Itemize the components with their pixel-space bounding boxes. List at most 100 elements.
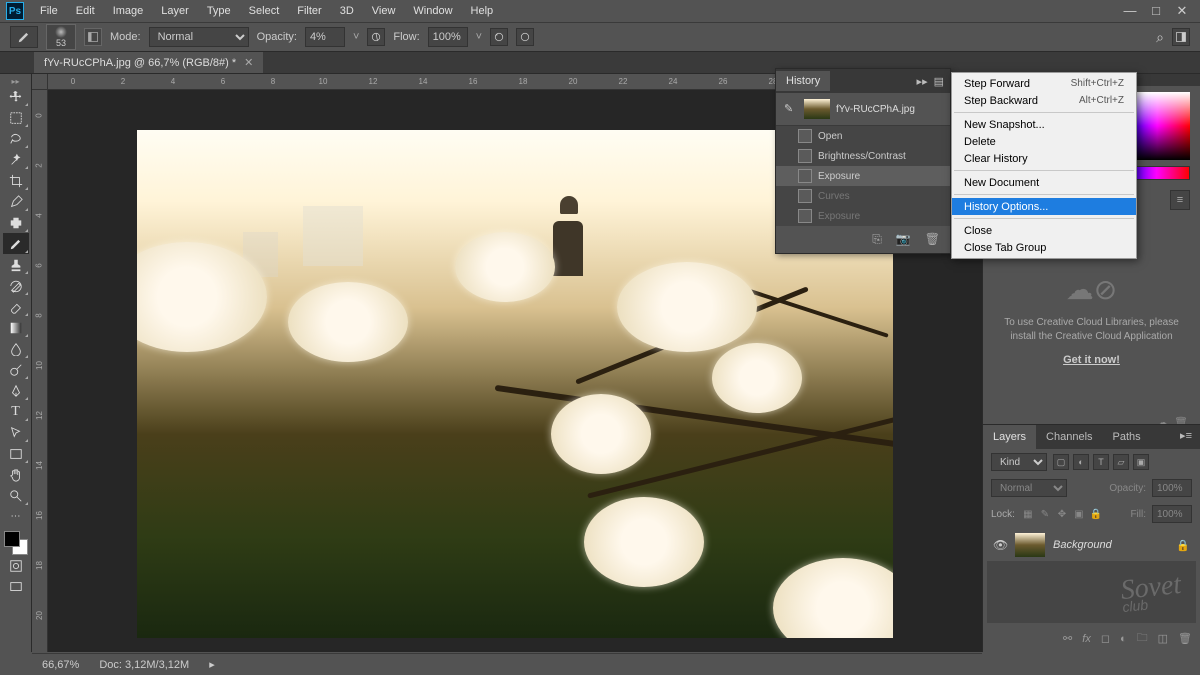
history-state[interactable]: Open — [776, 126, 950, 146]
rectangle-tool[interactable] — [3, 443, 29, 464]
toolbar-collapse[interactable]: ▸▸ — [3, 76, 29, 86]
path-select-tool[interactable] — [3, 422, 29, 443]
brush-panel-toggle[interactable] — [84, 28, 102, 46]
new-doc-from-state-icon[interactable]: ⎘ — [872, 232, 882, 247]
minimize-button[interactable]: ― — [1122, 3, 1138, 19]
history-state[interactable]: Curves — [776, 186, 950, 206]
menu-edit[interactable]: Edit — [68, 3, 103, 19]
delete-state-icon[interactable]: 🗑 — [925, 232, 940, 247]
zoom-level[interactable]: 66,67% — [42, 659, 79, 671]
airbrush-button[interactable] — [490, 28, 508, 46]
lock-position-icon[interactable]: ✥ — [1055, 507, 1069, 521]
screen-mode-button[interactable] — [3, 576, 29, 597]
hand-tool[interactable] — [3, 464, 29, 485]
status-arrow[interactable]: ▸ — [209, 658, 215, 671]
context-menu-item[interactable]: Clear History — [952, 150, 1136, 167]
stamp-tool[interactable] — [3, 254, 29, 275]
context-menu-item[interactable]: History Options... — [952, 198, 1136, 215]
delete-layer-icon[interactable]: 🗑 — [1178, 632, 1192, 645]
layer-group-icon[interactable]: 🗀 — [1137, 629, 1148, 648]
layer-mask-icon[interactable]: ◻ — [1101, 632, 1110, 645]
flow-dropdown[interactable]: ˅ — [476, 31, 482, 43]
type-tool[interactable]: T — [3, 401, 29, 422]
new-snapshot-icon[interactable]: 📷 — [896, 232, 911, 247]
spot-heal-tool[interactable] — [3, 212, 29, 233]
history-tab[interactable]: History — [776, 71, 830, 91]
context-menu-item[interactable]: Close — [952, 222, 1136, 239]
lasso-tool[interactable] — [3, 128, 29, 149]
layer-blend-select[interactable]: Normal — [991, 479, 1067, 497]
layer-visibility-icon[interactable]: 👁 — [993, 538, 1007, 552]
adjustment-layer-icon[interactable]: ◐ — [1120, 633, 1127, 645]
layer-fx-icon[interactable]: fx — [1082, 633, 1091, 645]
ruler-vertical[interactable]: 024681012141618202224262830 — [32, 90, 48, 652]
layer-name[interactable]: Background — [1053, 539, 1112, 551]
context-menu-item[interactable]: Close Tab Group — [952, 239, 1136, 256]
menu-view[interactable]: View — [364, 3, 404, 19]
filter-smart-icon[interactable]: ▣ — [1133, 454, 1149, 470]
blur-tool[interactable] — [3, 338, 29, 359]
filter-type-icon[interactable]: T — [1093, 454, 1109, 470]
history-state[interactable]: Exposure — [776, 206, 950, 226]
workspace-switcher[interactable] — [1172, 28, 1190, 46]
marquee-tool[interactable] — [3, 107, 29, 128]
color-swatches[interactable] — [4, 531, 28, 555]
quick-mask-button[interactable] — [3, 555, 29, 576]
menu-layer[interactable]: Layer — [153, 3, 197, 19]
filter-shape-icon[interactable]: ▱ — [1113, 454, 1129, 470]
zoom-tool[interactable] — [3, 485, 29, 506]
pressure-size-button[interactable] — [516, 28, 534, 46]
context-menu-item[interactable]: Step ForwardShift+Ctrl+Z — [952, 75, 1136, 92]
layer-lock-icon[interactable]: 🔒 — [1176, 539, 1190, 552]
context-menu-item[interactable]: New Document — [952, 174, 1136, 191]
layer-filter-kind[interactable]: Kind — [991, 453, 1047, 471]
flow-input[interactable] — [428, 27, 468, 47]
edit-toolbar-button[interactable]: ⋯ — [3, 506, 29, 527]
tab-paths[interactable]: Paths — [1103, 425, 1151, 449]
maximize-button[interactable]: □ — [1148, 3, 1164, 19]
search-icon[interactable]: ⌕ — [1156, 29, 1164, 46]
menu-filter[interactable]: Filter — [289, 3, 329, 19]
history-source-row[interactable]: ✎ fYv-RUcCPhA.jpg — [776, 93, 950, 126]
panel-menu-btn[interactable]: ≡ — [1170, 190, 1190, 210]
menu-image[interactable]: Image — [105, 3, 152, 19]
tab-channels[interactable]: Channels — [1036, 425, 1102, 449]
context-menu-item[interactable]: Delete — [952, 133, 1136, 150]
filter-pixel-icon[interactable]: ▢ — [1053, 454, 1069, 470]
filter-adjust-icon[interactable]: ◐ — [1073, 454, 1089, 470]
history-brush-tool[interactable] — [3, 275, 29, 296]
new-layer-icon[interactable]: ◫ — [1158, 632, 1168, 645]
ruler-origin[interactable] — [32, 74, 48, 90]
link-layers-icon[interactable]: ⚯ — [1063, 632, 1072, 645]
context-menu-item[interactable]: Step BackwardAlt+Ctrl+Z — [952, 92, 1136, 109]
menu-3d[interactable]: 3D — [332, 3, 362, 19]
history-collapse-icon[interactable]: ▸▸ — [917, 75, 928, 88]
dodge-tool[interactable] — [3, 359, 29, 380]
brush-tool[interactable] — [3, 233, 29, 254]
eyedropper-tool[interactable] — [3, 191, 29, 212]
tab-layers[interactable]: Layers — [983, 425, 1036, 449]
libraries-link[interactable]: Get it now! — [1063, 354, 1120, 366]
menu-type[interactable]: Type — [199, 3, 239, 19]
doc-size[interactable]: Doc: 3,12M/3,12M — [99, 659, 189, 671]
brush-preset-picker[interactable]: 53 — [46, 24, 76, 50]
layer-fill-input[interactable] — [1152, 505, 1192, 523]
history-panel-menu[interactable]: ▤ — [934, 75, 944, 88]
eraser-tool[interactable] — [3, 296, 29, 317]
lock-pixels-icon[interactable]: ▦ — [1021, 507, 1035, 521]
pen-tool[interactable] — [3, 380, 29, 401]
lock-brush-icon[interactable]: ✎ — [1038, 507, 1052, 521]
magic-wand-tool[interactable] — [3, 149, 29, 170]
menu-select[interactable]: Select — [241, 3, 288, 19]
history-state[interactable]: Brightness/Contrast — [776, 146, 950, 166]
menu-file[interactable]: File — [32, 3, 66, 19]
foreground-color[interactable] — [4, 531, 20, 547]
menu-window[interactable]: Window — [405, 3, 460, 19]
pressure-opacity-button[interactable] — [367, 28, 385, 46]
tool-preset-picker[interactable] — [10, 26, 38, 48]
lock-all-icon[interactable]: 🔒 — [1089, 507, 1103, 521]
opacity-input[interactable] — [305, 27, 345, 47]
close-tab-button[interactable]: ✕ — [244, 56, 253, 69]
document-tab[interactable]: fYv-RUcCPhA.jpg @ 66,7% (RGB/8#) * ✕ — [34, 52, 263, 73]
blend-mode-select[interactable]: Normal — [149, 27, 249, 47]
